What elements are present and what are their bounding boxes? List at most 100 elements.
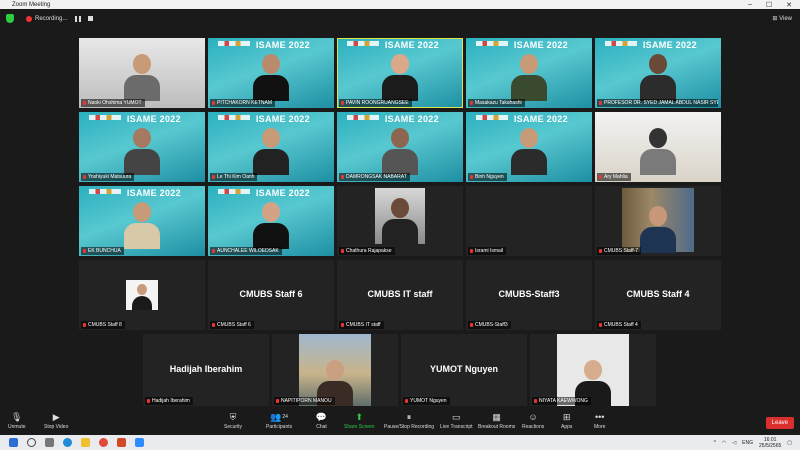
participant-tile[interactable]: CMUBS Staff 8	[79, 260, 205, 330]
participant-tile[interactable]: Chathura Rajapakse	[337, 186, 463, 256]
participant-tile[interactable]: ISAME 2022 PITCHAKORN KETNAM	[208, 38, 334, 108]
participants-count: 24	[282, 414, 288, 420]
event-banner: ISAME 2022	[513, 114, 568, 124]
participant-name: Masakazu Takahashi	[468, 99, 525, 107]
pause-stop-recording-button[interactable]: ⏸ Pause/Stop Recording	[384, 412, 434, 431]
search-icon[interactable]	[27, 438, 36, 447]
profile-photo	[126, 280, 158, 310]
breakout-rooms-button[interactable]: ▦ Breakout Rooms	[478, 412, 516, 431]
powerpoint-icon[interactable]	[117, 438, 126, 447]
participant-tile[interactable]: NIYATA KAEWWONG	[530, 334, 656, 406]
participant-name: PAVIN ROONGRUANGSEE	[339, 99, 412, 107]
participant-name: NAPITIPORN MANOU	[274, 397, 335, 405]
participant-tile[interactable]: ISAME 2022 AUNCHALEE WILOEDSAK	[208, 186, 334, 256]
profile-photo	[299, 334, 371, 406]
windows-start-icon[interactable]	[9, 438, 18, 447]
participant-tile[interactable]: CMUBS Staff 4 CMUBS Staff 4	[595, 260, 721, 330]
participants-label: Participants	[266, 424, 293, 430]
participant-tile[interactable]: ISAME 2022 Binh Nguyen	[466, 112, 592, 182]
participant-display-name: YUMOT Nguyen	[429, 364, 498, 374]
participant-display-name: CMUBS-Staff3	[498, 289, 560, 299]
participant-video	[124, 128, 160, 175]
participant-tile[interactable]: CMUBS IT staff CMUBS IT staff	[337, 260, 463, 330]
more-label: More	[594, 424, 606, 430]
gallery-grid: Naoki Ohshima YUMOT ISAME 2022 PITCHAKOR…	[0, 0, 800, 410]
chrome-icon[interactable]	[99, 438, 108, 447]
live-transcript-button[interactable]: ▭ Live Transcript	[440, 412, 473, 431]
participant-name: CMUBS Staff-7	[597, 247, 642, 255]
profile-photo	[557, 334, 629, 406]
participant-name: Hadijah Iberahim	[145, 397, 193, 405]
participant-video	[511, 54, 547, 101]
language-indicator[interactable]: ENG	[742, 440, 753, 446]
participant-name: CMUBS Staff 8	[81, 321, 125, 329]
zoom-icon[interactable]	[135, 438, 144, 447]
participant-name: YUMOT Nguyen	[403, 397, 450, 405]
profile-photo	[622, 188, 694, 253]
participant-tile-active-speaker[interactable]: ISAME 2022 PAVIN ROONGRUANGSEE	[337, 38, 463, 108]
participant-display-name: CMUBS Staff 4	[626, 289, 690, 299]
reactions-label: Reactions	[522, 424, 545, 430]
participant-video	[511, 128, 547, 175]
participant-tile[interactable]: Naoki Ohshima YUMOT	[79, 38, 205, 108]
video-camera-icon: ▶	[52, 411, 60, 422]
participant-tile[interactable]: ISAME 2022 Yoshiyuki Matsuura	[79, 112, 205, 182]
participant-tile[interactable]: ISAME 2022 PROFESOR DR. SYED JAMAL ABDUL…	[595, 38, 721, 108]
stop-video-button[interactable]: ▶ Stop Video	[44, 411, 68, 431]
chat-button[interactable]: 💬 Chat	[316, 412, 327, 431]
participant-tile[interactable]: CMUBS Staff-7	[595, 186, 721, 256]
participant-tile[interactable]: Hadijah Iberahim Hadijah Iberahim	[143, 334, 269, 406]
clock-date: 25/5/2565	[759, 442, 782, 449]
system-tray: ^ ◠ ◁ ENG 16:01 25/5/2565 ▢	[714, 437, 792, 449]
security-label: Security	[224, 424, 243, 430]
edge-icon[interactable]	[63, 438, 72, 447]
reactions-button[interactable]: ☺ Reactions	[522, 412, 544, 430]
participant-tile[interactable]: ISAME 2022 Le Thi Kim Oanh	[208, 112, 334, 182]
participant-video	[124, 202, 160, 249]
security-button[interactable]: ⛨ Security	[224, 412, 243, 431]
participant-name: DAMRONGSAK NABARAT	[339, 173, 410, 181]
participant-name: PITCHAKORN KETNAM	[210, 99, 276, 107]
participant-tile[interactable]: NAPITIPORN MANOU	[272, 334, 398, 406]
participant-tile[interactable]: CMUBS-Staff3 CMUBS-Staff3	[466, 260, 592, 330]
wifi-icon[interactable]: ◠	[722, 440, 726, 446]
participant-tile[interactable]: CMUBS Staff 6 CMUBS Staff 6	[208, 260, 334, 330]
task-view-icon[interactable]	[45, 438, 54, 447]
participants-button[interactable]: 👥 24 Participants	[266, 412, 293, 431]
breakout-rooms-label: Breakout Rooms	[478, 424, 516, 430]
live-transcript-label: Live Transcript	[440, 424, 473, 430]
event-banner: ISAME 2022	[126, 114, 181, 124]
unmute-button[interactable]: 🎙 Unmute	[8, 412, 26, 431]
apps-button[interactable]: ⊞ Apps	[561, 412, 573, 431]
participant-name: NIYATA KAEWWONG	[532, 397, 591, 405]
event-banner: ISAME 2022	[642, 40, 697, 50]
apps-label: Apps	[561, 424, 573, 430]
share-screen-label: Share Screen	[344, 424, 375, 430]
participant-tile[interactable]: Ary Mahlia	[595, 112, 721, 182]
participant-name: Chathura Rajapakse	[339, 247, 395, 255]
participant-name: EK BUNCHUA	[81, 247, 124, 255]
participant-name: AUNCHALEE WILOEDSAK	[210, 247, 282, 255]
more-button[interactable]: ••• More	[594, 412, 605, 430]
leave-button[interactable]: Leave	[765, 417, 794, 429]
event-banner: ISAME 2022	[384, 40, 439, 50]
volume-icon[interactable]: ◁	[732, 440, 736, 446]
file-explorer-icon[interactable]	[81, 438, 90, 447]
event-banner: ISAME 2022	[255, 40, 310, 50]
share-screen-button[interactable]: ⬆ Share Screen	[344, 412, 375, 431]
participant-video	[640, 128, 676, 175]
notification-icon[interactable]: ▢	[787, 440, 792, 446]
participant-tile[interactable]: ISAME 2022 DAMRONGSAK NABARAT	[337, 112, 463, 182]
participant-tile[interactable]: YUMOT Nguyen YUMOT Nguyen	[401, 334, 527, 406]
event-banner: ISAME 2022	[255, 188, 310, 198]
participant-tile[interactable]: ISAME 2022 Masakazu Takahashi	[466, 38, 592, 108]
participant-tile[interactable]: ISAME 2022 EK BUNCHUA	[79, 186, 205, 256]
participant-video	[253, 54, 289, 101]
tray-chevron-icon[interactable]: ^	[714, 440, 716, 446]
participant-tile[interactable]: Isrami Ismail	[466, 186, 592, 256]
participant-display-name: CMUBS IT staff	[367, 289, 433, 299]
clock[interactable]: 16:01 25/5/2565	[759, 437, 781, 449]
event-banner: ISAME 2022	[255, 114, 310, 124]
participant-video	[382, 54, 418, 101]
participant-name: CMUBS-Staff3	[468, 321, 511, 329]
